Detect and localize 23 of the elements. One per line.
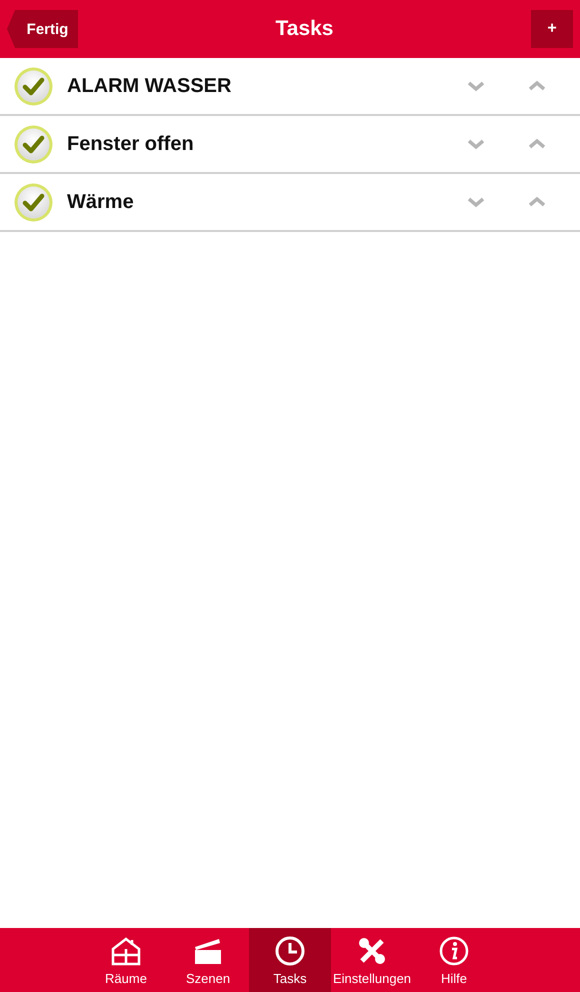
chevron-down-icon[interactable] — [466, 79, 486, 93]
tab[interactable]: Szenen — [167, 928, 249, 992]
checkbox[interactable] — [13, 66, 54, 106]
chevron-down-icon[interactable] — [466, 195, 486, 209]
info-icon — [438, 934, 470, 966]
tab[interactable]: Hilfe — [413, 928, 495, 992]
checkbox[interactable] — [13, 124, 54, 164]
add-button[interactable]: + — [531, 10, 573, 48]
task-name: ALARM WASSER — [67, 74, 232, 98]
house-icon — [110, 934, 142, 966]
tab[interactable]: Räume — [85, 928, 167, 992]
back-button[interactable]: Fertig — [7, 10, 78, 48]
task-name: Wärme — [67, 190, 135, 214]
clock-icon — [274, 934, 306, 966]
tab[interactable]: Einstellungen — [331, 928, 413, 992]
tab[interactable]: Tasks — [249, 928, 331, 992]
task-name: Fenster offen — [67, 132, 195, 156]
chevron-down-icon[interactable] — [466, 137, 486, 151]
checkbox[interactable] — [13, 182, 54, 222]
screen-title: Tasks — [276, 17, 334, 41]
chevron-up-icon[interactable] — [527, 195, 547, 209]
chevron-up-icon[interactable] — [527, 137, 547, 151]
chevron-up-icon[interactable] — [527, 79, 547, 93]
